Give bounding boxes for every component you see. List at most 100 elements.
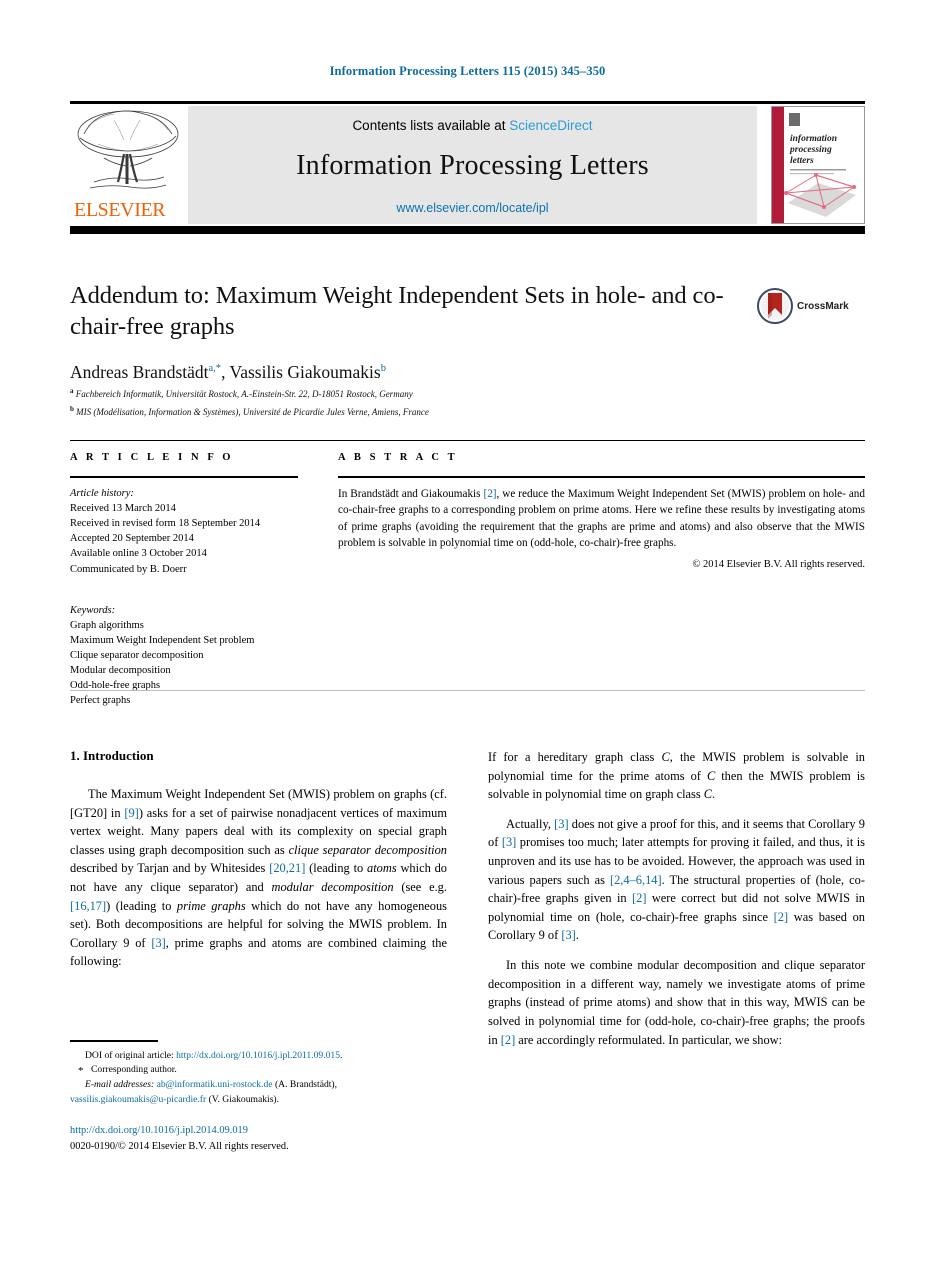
footnotes-block: DOI of original article: http://dx.doi.o… (70, 1040, 447, 1108)
text-run: . (712, 787, 716, 802)
keywords-block: Keywords: Graph algorithms Maximum Weigh… (70, 603, 298, 709)
citation-ref[interactable]: [3] (554, 817, 568, 831)
masthead-top-rule (70, 101, 865, 104)
affiliation-a-mark: a (70, 386, 74, 395)
elsevier-tree-icon (77, 110, 179, 189)
email-addresses-label: E-mail addresses: (85, 1079, 155, 1091)
keyword-item: Clique separator decomposition (70, 649, 204, 661)
body-left-column: 1. Introduction The Maximum Weight Indep… (70, 748, 447, 1060)
body-columns: 1. Introduction The Maximum Weight Indep… (70, 748, 865, 1060)
elsevier-wordmark: ELSEVIER (74, 199, 166, 221)
asterisk-icon: * (78, 1065, 84, 1078)
author-list: Andreas Brandstädta,*, Vassilis Giakouma… (70, 362, 750, 383)
footnote-emails: E-mail addresses: ab@informatik.uni-rost… (70, 1078, 447, 1093)
footnote-emails-cont: vassilis.giakoumakis@u-picardie.fr (V. G… (70, 1093, 447, 1108)
contents-prefix: Contents lists available at (352, 118, 510, 133)
corresponding-author-text: Corresponding author. (91, 1064, 177, 1076)
footnote-doi-original: DOI of original article: http://dx.doi.o… (70, 1049, 447, 1064)
author-name-1: Andreas Brandstädt (70, 361, 209, 382)
math-symbol: C (703, 787, 713, 802)
math-symbol: C (706, 768, 716, 783)
title-block: Addendum to: Maximum Weight Independent … (70, 281, 750, 419)
crossmark-badge[interactable]: CrossMark (757, 286, 857, 326)
history-item: Accepted 20 September 2014 (70, 533, 194, 545)
abstract-part-1: In Brandstädt and Giakoumakis (338, 488, 484, 500)
citation-ref[interactable]: [20,21] (269, 861, 305, 875)
journal-url-link[interactable]: www.elsevier.com/locate/ipl (188, 201, 757, 215)
issn-copyright-line: 0020-0190/© 2014 Elsevier B.V. All right… (70, 1140, 289, 1152)
abstract-column: A B S T R A C T In Brandstädt and Giakou… (338, 452, 865, 708)
text-run: Actually, (506, 816, 555, 831)
author-2-marks[interactable]: b (381, 363, 386, 374)
svg-text:information: information (790, 134, 837, 144)
abstract-heading: A B S T R A C T (338, 452, 458, 463)
author-separator: , (221, 361, 230, 382)
email-link-1[interactable]: ab@informatik.uni-rostock.de (157, 1079, 273, 1090)
citation-ref[interactable]: [2] (501, 1033, 515, 1047)
article-history-label: Article history: (70, 488, 134, 499)
article-doi-link[interactable]: http://dx.doi.org/10.1016/j.ipl.2014.09.… (70, 1123, 470, 1139)
journal-cover-thumbnail: information processing letters (771, 106, 865, 224)
keywords-label: Keywords: (70, 604, 116, 616)
author-1-marks[interactable]: a,* (209, 363, 222, 374)
doi-original-link[interactable]: http://dx.doi.org/10.1016/j.ipl.2011.09.… (176, 1050, 340, 1061)
svg-text:letters: letters (790, 156, 814, 166)
doi-original-tail: . (340, 1049, 343, 1061)
paragraph-intro-1: The Maximum Weight Independent Set (MWIS… (70, 785, 447, 971)
crossmark-label: CrossMark (797, 300, 849, 312)
affiliation-a-text: Fachbereich Informatik, Universität Rost… (75, 388, 413, 399)
affiliation-a: a Fachbereich Informatik, Universität Ro… (70, 386, 750, 401)
svg-text:processing: processing (789, 145, 832, 155)
text-run: (leading to (305, 861, 368, 876)
math-symbol: C (661, 750, 670, 764)
citation-ref[interactable]: [3] (502, 835, 516, 849)
abstract-bottom-rule (70, 690, 865, 691)
paragraph-claim: If for a hereditary graph class C, the M… (488, 748, 865, 804)
info-abstract-area: A R T I C L E I N F O Article history: R… (70, 452, 865, 708)
article-info-rule (70, 476, 298, 478)
citation-ref[interactable]: [3] (151, 936, 165, 950)
citation-ref[interactable]: [16,17] (70, 899, 106, 913)
sciencedirect-link[interactable]: ScienceDirect (509, 118, 592, 133)
text-run: are accordingly reformulated. In particu… (515, 1032, 783, 1047)
copyright-line: © 2014 Elsevier B.V. All rights reserved… (692, 558, 865, 570)
body-column-gap (447, 748, 488, 1060)
citation-ref[interactable]: [9] (124, 806, 138, 820)
emphasis-run: modular decomposition (271, 880, 394, 895)
running-head: Information Processing Letters 115 (2015… (329, 64, 606, 78)
emphasis-run: atoms (367, 861, 397, 876)
citation-ref[interactable]: [2] (483, 488, 496, 500)
text-run: If for a hereditary graph class (488, 750, 662, 764)
history-item: Available online 3 October 2014 (70, 548, 207, 560)
masthead-bottom-rule (70, 226, 865, 234)
article-info-column: A R T I C L E I N F O Article history: R… (70, 452, 298, 708)
cover-art: information processing letters (772, 107, 864, 223)
elsevier-logo: ELSEVIER (70, 106, 188, 224)
article-history: Article history: Received 13 March 2014 … (70, 486, 298, 577)
journal-banner: Contents lists available at ScienceDirec… (188, 106, 757, 224)
column-gap (298, 452, 338, 708)
crossmark-icon (757, 288, 793, 324)
history-item: Communicated by B. Doerr (70, 563, 187, 575)
text-run: . (575, 928, 579, 943)
emphasis-run: prime graphs (176, 898, 246, 913)
citation-ref[interactable]: [2] (632, 891, 646, 905)
journal-title: Information Processing Letters (296, 150, 649, 181)
contents-available-line: Contents lists available at ScienceDirec… (188, 118, 757, 133)
footnote-corresponding-author: * Corresponding author. (70, 1063, 447, 1078)
citation-ref[interactable]: [2] (774, 910, 788, 924)
article-page: Information Processing Letters 115 (2015… (0, 0, 935, 1266)
text-run: (see e.g. (393, 880, 447, 895)
email-link-2[interactable]: vassilis.giakoumakis@u-picardie.fr (70, 1094, 206, 1105)
footnote-separator-rule (70, 1040, 158, 1042)
citation-ref[interactable]: [2,4–6,14] (610, 873, 662, 887)
info-top-rule (70, 440, 865, 441)
text-run: described by Tarjan and by Whitesides (70, 861, 270, 876)
citation-ref[interactable]: [3] (561, 928, 575, 942)
text-run: ) (leading to (106, 898, 177, 913)
doi-block: http://dx.doi.org/10.1016/j.ipl.2014.09.… (70, 1123, 470, 1154)
keyword-item: Perfect graphs (70, 695, 131, 707)
history-item: Received in revised form 18 September 20… (70, 518, 261, 530)
journal-masthead: ELSEVIER Contents lists available at Sci… (70, 101, 865, 234)
affiliation-b: b MIS (Modélisation, Information & Systè… (70, 404, 750, 419)
